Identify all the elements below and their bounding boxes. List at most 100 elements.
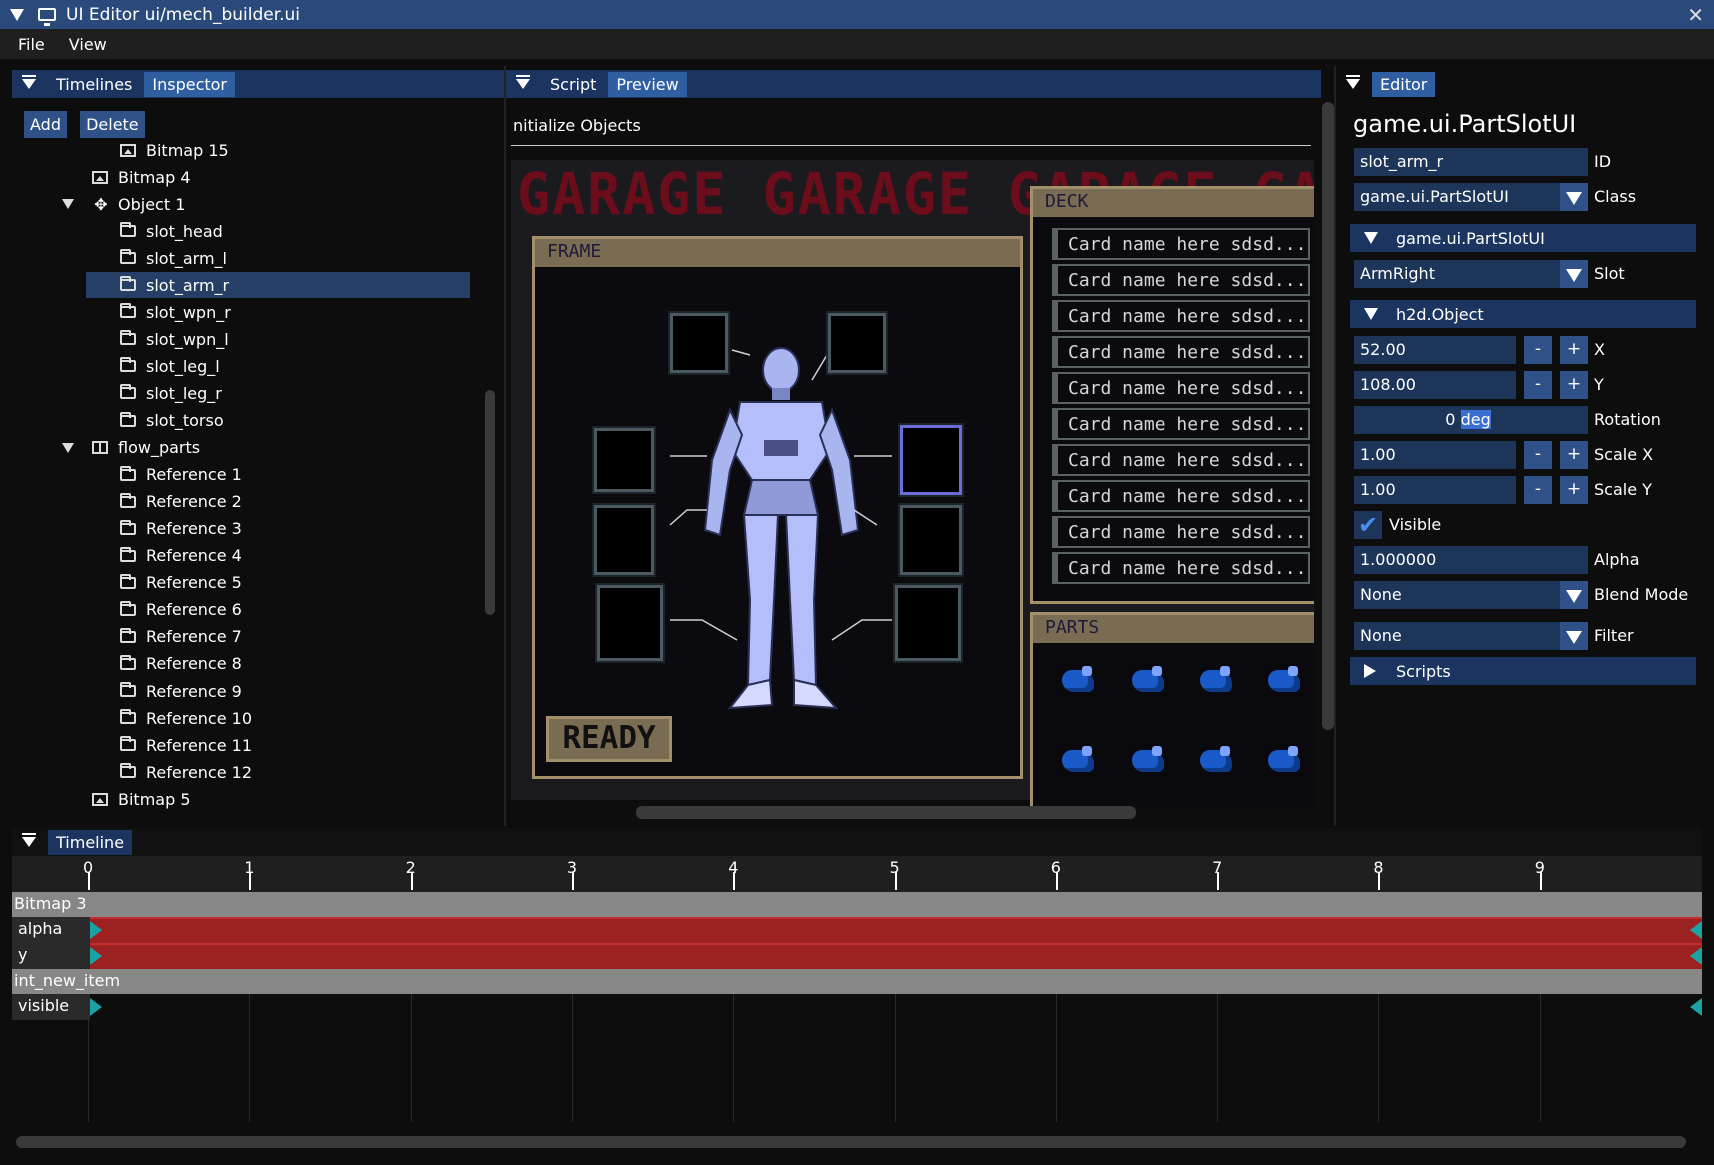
- tree-scrollbar[interactable]: [485, 390, 495, 615]
- y-increment-button[interactable]: +: [1560, 371, 1588, 399]
- x-increment-button[interactable]: +: [1560, 336, 1588, 364]
- tree-item[interactable]: Reference 9: [64, 678, 464, 704]
- keyframe-marker[interactable]: [90, 921, 102, 939]
- section-partslotui[interactable]: game.ui.PartSlotUI: [1350, 224, 1696, 252]
- deck-card[interactable]: Card name here sdsd...: [1052, 408, 1310, 440]
- tree-item[interactable]: Reference 8: [64, 651, 464, 677]
- keyframe-marker[interactable]: [1690, 921, 1702, 939]
- part-item[interactable]: [1194, 738, 1238, 782]
- tree-item[interactable]: Reference 7: [64, 624, 464, 650]
- add-button[interactable]: Add: [24, 111, 67, 138]
- part-item[interactable]: [1056, 658, 1100, 702]
- scaley-decrement-button[interactable]: -: [1524, 476, 1552, 504]
- part-item[interactable]: [1126, 658, 1170, 702]
- tab-inspector[interactable]: Inspector: [144, 71, 236, 97]
- deck-card[interactable]: Card name here sdsd...: [1052, 300, 1310, 332]
- tree-item[interactable]: Bitmap 15: [64, 137, 464, 163]
- tree-item[interactable]: slot_wpn_l: [64, 326, 464, 352]
- part-item[interactable]: [1126, 738, 1170, 782]
- tree-item[interactable]: Reference 6: [64, 597, 464, 623]
- tree-item[interactable]: flow_parts: [62, 435, 464, 461]
- chevron-down-icon[interactable]: [1560, 260, 1588, 288]
- divider[interactable]: [504, 66, 506, 826]
- blend-mode-select[interactable]: None: [1354, 581, 1588, 609]
- y-input[interactable]: 108.00: [1354, 371, 1516, 399]
- keyframe-marker[interactable]: [90, 947, 102, 965]
- timeline-track-label[interactable]: y: [12, 943, 90, 969]
- tab-timeline[interactable]: Timeline: [48, 829, 133, 855]
- deck-card[interactable]: Card name here sdsd...: [1052, 336, 1310, 368]
- slot-wpn-right[interactable]: [900, 505, 962, 575]
- x-input[interactable]: 52.00: [1354, 336, 1516, 364]
- deck-card[interactable]: Card name here sdsd...: [1052, 372, 1310, 404]
- tree-item[interactable]: slot_arm_l: [64, 245, 464, 271]
- tab-timelines[interactable]: Timelines: [48, 72, 140, 97]
- section-h2d-object[interactable]: h2d.Object: [1350, 300, 1696, 328]
- deck-card[interactable]: Card name here sdsd...: [1052, 264, 1310, 296]
- deck-card[interactable]: Card name here sdsd...: [1052, 480, 1310, 512]
- tree-item[interactable]: Reference 10: [64, 705, 464, 731]
- id-field[interactable]: slot_arm_r: [1354, 148, 1588, 176]
- timeline-track-bar[interactable]: [90, 917, 1702, 943]
- window-titlebar[interactable]: UI Editor ui/mech_builder.ui ✕: [0, 0, 1714, 29]
- tab-editor[interactable]: Editor: [1372, 71, 1436, 97]
- tree-item[interactable]: slot_wpn_r: [64, 299, 464, 325]
- panel-menu-icon[interactable]: [22, 75, 36, 89]
- x-decrement-button[interactable]: -: [1524, 336, 1552, 364]
- scaley-increment-button[interactable]: +: [1560, 476, 1588, 504]
- tree-item[interactable]: Reference 1: [64, 462, 464, 488]
- slot-select[interactable]: ArmRight: [1354, 260, 1588, 288]
- preview-hscrollbar[interactable]: [636, 806, 1136, 819]
- tree-item[interactable]: Reference 12: [64, 759, 464, 785]
- collapse-icon[interactable]: [10, 8, 24, 21]
- timeline-track-bar[interactable]: [90, 943, 1702, 969]
- deck-card[interactable]: Card name here sdsd...: [1052, 552, 1310, 584]
- chevron-down-icon[interactable]: [1560, 581, 1588, 609]
- class-select[interactable]: game.ui.PartSlotUI: [1354, 183, 1588, 211]
- divider[interactable]: [1334, 66, 1336, 826]
- tab-script[interactable]: Script: [542, 72, 604, 97]
- tree-item[interactable]: Bitmap 5: [64, 786, 464, 812]
- chevron-down-icon[interactable]: [1560, 622, 1588, 650]
- tree-item[interactable]: slot_leg_r: [64, 380, 464, 406]
- tab-preview[interactable]: Preview: [608, 71, 687, 97]
- scaley-input[interactable]: 1.00: [1354, 476, 1516, 504]
- tree-item[interactable]: slot_torso: [64, 408, 464, 434]
- deck-card[interactable]: Card name here sdsd...: [1052, 228, 1310, 260]
- alpha-input[interactable]: 1.000000: [1354, 546, 1588, 574]
- ready-button[interactable]: READY: [546, 716, 672, 762]
- tree-item[interactable]: Reference 3: [64, 516, 464, 542]
- timeline-track-label[interactable]: visible: [12, 994, 90, 1020]
- keyframe-marker[interactable]: [1690, 998, 1702, 1016]
- tree-item[interactable]: Reference 4: [64, 543, 464, 569]
- tree-item[interactable]: Reference 2: [64, 489, 464, 515]
- part-item[interactable]: [1194, 658, 1238, 702]
- tree-item[interactable]: slot_leg_l: [64, 353, 464, 379]
- close-icon[interactable]: ✕: [1687, 3, 1704, 27]
- tree-item[interactable]: Reference 11: [64, 732, 464, 758]
- scalex-decrement-button[interactable]: -: [1524, 441, 1552, 469]
- visible-checkbox[interactable]: ✔: [1354, 511, 1382, 539]
- tree-item[interactable]: ✥ Object 1: [62, 191, 464, 217]
- timeline-group[interactable]: Bitmap 3: [12, 892, 1702, 917]
- timeline-group[interactable]: int_new_item: [12, 969, 1702, 994]
- tree-item[interactable]: Bitmap 4: [64, 164, 464, 190]
- timeline-scrollbar[interactable]: [16, 1136, 1686, 1148]
- slot-wpn-top[interactable]: [828, 313, 886, 373]
- part-item[interactable]: [1262, 658, 1306, 702]
- panel-menu-icon[interactable]: [1346, 75, 1360, 89]
- slot-leg-left[interactable]: [597, 585, 663, 661]
- deck-card[interactable]: Card name here sdsd...: [1052, 516, 1310, 548]
- chevron-down-icon[interactable]: [1560, 183, 1588, 211]
- timeline-track-label[interactable]: alpha: [12, 917, 90, 943]
- menu-file[interactable]: File: [18, 35, 45, 54]
- deck-card[interactable]: Card name here sdsd...: [1052, 444, 1310, 476]
- menu-view[interactable]: View: [69, 35, 107, 54]
- slot-arm-left[interactable]: [594, 428, 654, 492]
- keyframe-marker[interactable]: [1690, 947, 1702, 965]
- slot-wpn-left[interactable]: [594, 505, 654, 575]
- tree-item[interactable]: slot_arm_r: [86, 272, 470, 299]
- section-scripts[interactable]: Scripts: [1350, 657, 1696, 685]
- part-item[interactable]: [1056, 738, 1100, 782]
- slot-leg-right[interactable]: [895, 585, 961, 661]
